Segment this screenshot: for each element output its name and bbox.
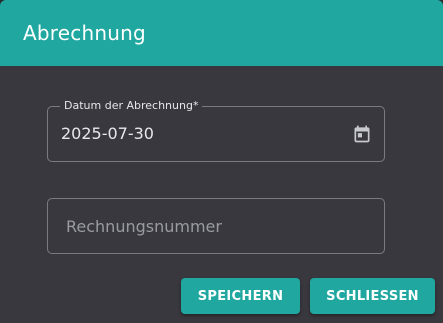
close-button[interactable]: SCHLIESSEN — [310, 278, 435, 314]
calendar-icon[interactable] — [352, 124, 372, 144]
invoice-number-field[interactable] — [47, 198, 385, 254]
save-button[interactable]: SPEICHERN — [181, 278, 300, 314]
invoice-number-input[interactable] — [48, 199, 384, 253]
dialog-header: Abrechnung — [0, 0, 443, 66]
billing-date-label: Datum der Abrechnung* — [60, 99, 203, 113]
billing-date-field[interactable]: Datum der Abrechnung* 2025-07-30 — [47, 99, 385, 162]
dialog-title: Abrechnung — [23, 21, 146, 45]
billing-date-value[interactable]: 2025-07-30 — [61, 124, 154, 144]
billing-dialog: Abrechnung Datum der Abrechnung* 2025-07… — [0, 0, 443, 323]
